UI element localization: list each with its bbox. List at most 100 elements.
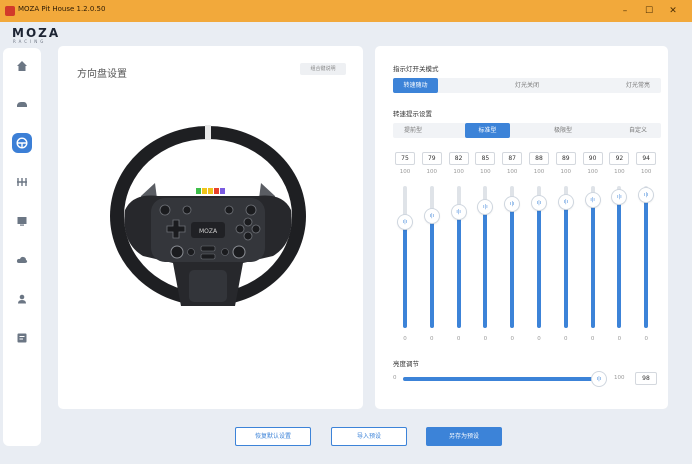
sidebar: [3, 48, 41, 446]
rpm-mode-selector: 提前型 标准型 极限型 自定义: [393, 123, 661, 138]
brand-logo: MOZA: [12, 26, 61, 40]
indicator-mode-title: 指示灯开关模式: [393, 65, 439, 73]
rpm-mode-custom[interactable]: 自定义: [618, 123, 658, 138]
rpm-slider-thumb[interactable]: ı|ı: [639, 187, 654, 202]
rpm-slider[interactable]: ı|ı: [612, 186, 627, 328]
rpm-slider[interactable]: ı|ı: [558, 186, 573, 328]
rpm-slider-max-label: 100: [614, 169, 625, 175]
rpm-slider-max-label: 100: [587, 169, 598, 175]
brightness-title: 亮度调节: [393, 360, 419, 368]
rpm-slider-fill: [403, 221, 407, 328]
pedals-icon: [17, 178, 27, 186]
rpm-slider-max-label: 100: [560, 169, 572, 175]
rpm-slider-min-label: 0: [483, 336, 488, 342]
rpm-slider-thumb[interactable]: ı|ı: [505, 197, 520, 212]
rpm-slider-fill: [510, 204, 515, 328]
rpm-slider-fill: [617, 197, 622, 328]
rpm-mode-standard[interactable]: 标准型: [465, 123, 510, 138]
rpm-slider[interactable]: ı|ı: [639, 186, 654, 328]
user-icon: [18, 294, 26, 304]
rpm-slider-max-label: 100: [640, 169, 652, 175]
sidebar-item-wheel[interactable]: [12, 133, 32, 153]
rpm-slider-fill: [483, 207, 488, 328]
rpm-slider-max-label: 100: [453, 169, 464, 175]
page-title: 方向盘设置: [77, 69, 127, 80]
rpm-mode-extreme[interactable]: 极限型: [543, 123, 583, 138]
brightness-slider[interactable]: ı|ı: [403, 372, 606, 386]
rpm-value-input[interactable]: 94: [636, 152, 657, 165]
dashboard-icon: [17, 217, 27, 226]
sidebar-item-car[interactable]: [12, 94, 32, 114]
rpm-mode-early[interactable]: 提前型: [393, 123, 433, 138]
rpm-slider-min-label: 0: [617, 336, 622, 342]
sidebar-item-dashboard[interactable]: [12, 211, 32, 231]
rpm-settings-title: 转速提示设置: [393, 110, 432, 118]
rpm-value-input[interactable]: 87: [502, 152, 523, 165]
minimize-button[interactable]: –: [618, 4, 632, 18]
sidebar-item-pedals[interactable]: [12, 172, 32, 192]
rpm-slider-fill: [429, 215, 434, 328]
rpm-slider-max-label: 100: [533, 169, 545, 175]
rpm-slider[interactable]: ı|ı: [451, 186, 466, 328]
cloud-icon: [16, 256, 28, 263]
rpm-slider-thumb[interactable]: ı|ı: [558, 194, 573, 209]
rpm-slider[interactable]: ı|ı: [585, 186, 600, 328]
rpm-slider[interactable]: ı|ı: [398, 186, 412, 328]
rpm-slider-min-label: 0: [403, 336, 407, 342]
rpm-slider[interactable]: ı|ı: [478, 186, 493, 328]
home-icon: [17, 61, 27, 71]
indicator-mode-always-on[interactable]: 灯光常亮: [615, 78, 661, 93]
rpm-value-input[interactable]: 89: [555, 152, 576, 165]
indicator-mode-rpm-follow[interactable]: 转速随动: [393, 78, 438, 93]
rpm-value-input[interactable]: 88: [529, 152, 549, 165]
rpm-slider-min-label: 0: [590, 336, 595, 342]
rpm-slider[interactable]: ı|ı: [505, 186, 520, 328]
brightness-value-input[interactable]: 98: [635, 372, 657, 385]
rpm-slider-min-label: 0: [564, 336, 568, 342]
rpm-slider-min-label: 0: [510, 336, 514, 342]
brightness-max-label: 100: [614, 375, 625, 381]
sidebar-item-home[interactable]: [12, 56, 32, 76]
rpm-slider-max-label: 100: [399, 169, 411, 175]
sidebar-item-user[interactable]: [12, 289, 32, 309]
rpm-slider-fill: [537, 203, 541, 328]
brightness-slider-fill: [403, 377, 599, 381]
rpm-slider-thumb[interactable]: ı|ı: [478, 200, 493, 215]
rpm-slider-thumb[interactable]: ı|ı: [451, 204, 466, 219]
rpm-slider[interactable]: ı|ı: [532, 186, 546, 328]
rpm-slider-thumb[interactable]: ı|ı: [612, 190, 627, 205]
window-title: MOZA Pit House 1.2.0.50: [18, 5, 106, 13]
rpm-slider-fill: [590, 200, 595, 328]
rpm-value-input[interactable]: 90: [582, 152, 603, 165]
rpm-slider-thumb[interactable]: ı|ı: [585, 193, 600, 208]
rpm-slider-min-label: 0: [537, 336, 541, 342]
rpm-slider[interactable]: ı|ı: [424, 186, 439, 328]
rpm-slider-thumb[interactable]: ı|ı: [398, 214, 412, 229]
rpm-value-input[interactable]: 75: [395, 152, 415, 165]
rpm-value-input[interactable]: 92: [609, 152, 630, 165]
maximize-button[interactable]: ☐: [642, 4, 656, 18]
brightness-slider-thumb[interactable]: ı|ı: [592, 372, 606, 386]
steering-wheel-icon: [16, 137, 28, 149]
steering-wheel-image: MOZA: [110, 125, 306, 306]
sidebar-item-cloud[interactable]: [12, 250, 32, 270]
restore-defaults-button[interactable]: 恢复默认设置: [235, 427, 311, 446]
settings-panel: 指示灯开关模式 转速随动 灯光关闭 灯光常亮 转速提示设置 提前型 标准型 极限…: [375, 46, 668, 409]
brightness-min-label: 0: [393, 375, 397, 381]
rpm-value-input[interactable]: 79: [421, 152, 442, 165]
rpm-value-input[interactable]: 82: [448, 152, 469, 165]
indicator-mode-off[interactable]: 灯光关闭: [504, 78, 550, 93]
rpm-slider-min-label: 0: [430, 336, 434, 342]
device-list-icon: [17, 333, 27, 343]
rpm-value-input[interactable]: 85: [475, 152, 496, 165]
import-preset-button[interactable]: 导入预设: [331, 427, 407, 446]
close-button[interactable]: ✕: [666, 4, 680, 18]
sidebar-item-devices[interactable]: [12, 328, 32, 348]
rpm-slider-thumb[interactable]: ı|ı: [424, 208, 439, 223]
save-as-preset-button[interactable]: 另存为预设: [426, 427, 502, 446]
app-icon: [5, 6, 15, 16]
combo-keys-button[interactable]: 组合键说明: [300, 63, 346, 75]
rpm-slider-thumb[interactable]: ı|ı: [532, 196, 546, 211]
title-bar: MOZA Pit House 1.2.0.50 – ☐ ✕: [0, 0, 692, 22]
car-icon: [17, 102, 27, 107]
